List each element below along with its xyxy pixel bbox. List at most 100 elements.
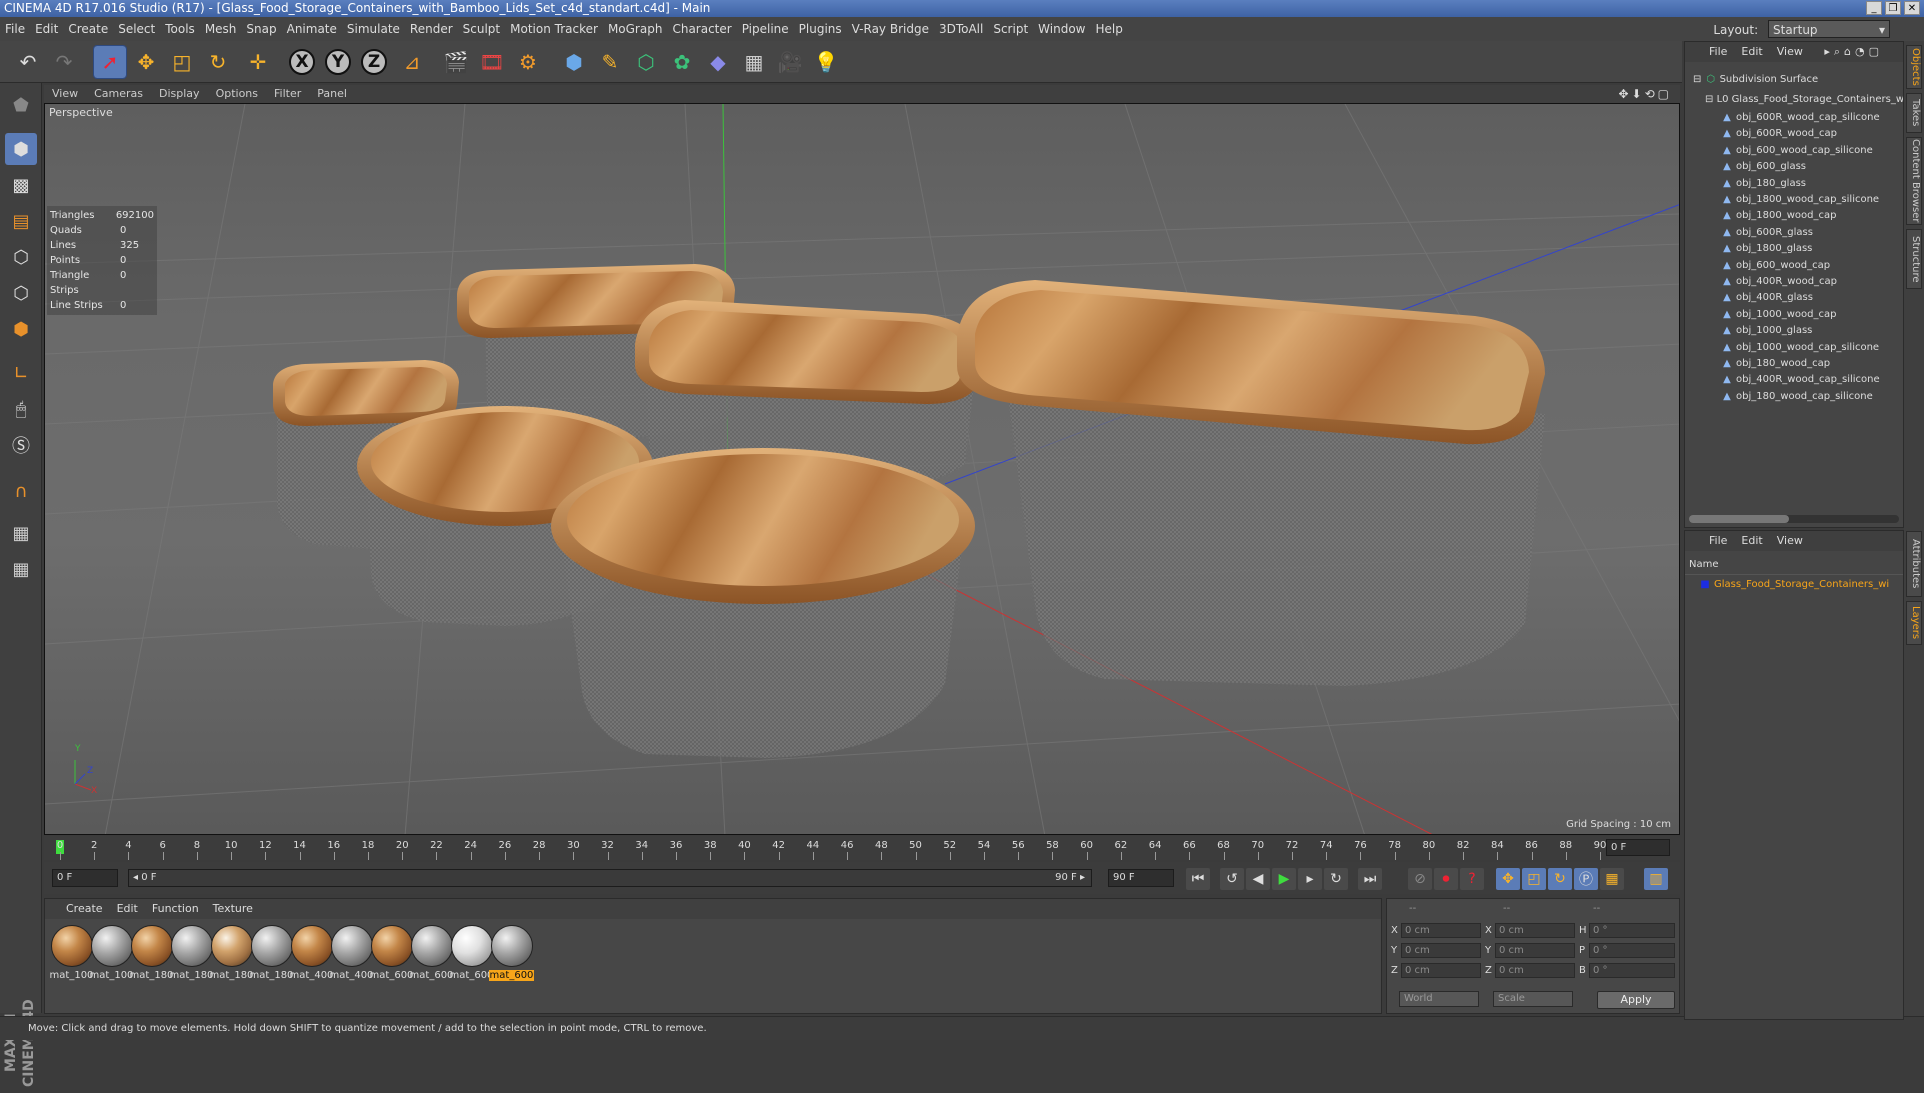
object-row[interactable]: ▲ obj_180_glass <box>1685 176 1903 192</box>
object-row[interactable]: ▲ obj_180_wood_cap_silicone <box>1685 389 1903 405</box>
model-mode-icon[interactable]: ⬢ <box>5 133 37 165</box>
snap-icon[interactable]: Ⓢ <box>5 429 37 461</box>
x-axis-icon[interactable]: X <box>286 46 318 78</box>
timeline-ruler[interactable]: 0 2 4 6 8 10 12 14 16 18 20 22 24 26 28 30 32 34 36 38 40 42 4… <box>44 836 1680 860</box>
vp-menu-options[interactable]: Options <box>216 87 258 100</box>
menu-snap[interactable]: Snap <box>246 22 276 36</box>
object-row[interactable]: ▲ obj_400R_wood_cap <box>1685 274 1903 290</box>
menu-mesh[interactable]: Mesh <box>205 22 237 36</box>
edges-mode-icon[interactable]: ⬡ <box>5 277 37 309</box>
next-key-icon[interactable]: ↻ <box>1324 868 1348 890</box>
pos-y-field[interactable]: 0 cm <box>1401 943 1481 958</box>
mat-menu-create[interactable]: Create <box>66 902 103 915</box>
key-pla-icon[interactable]: ▦ <box>1600 868 1624 890</box>
obj-menu-edit[interactable]: Edit <box>1741 45 1762 58</box>
object-row[interactable]: ▲ obj_400R_wood_cap_silicone <box>1685 372 1903 388</box>
menu-plugins[interactable]: Plugins <box>799 22 842 36</box>
tab-attributes[interactable]: Attributes <box>1906 531 1922 597</box>
texture-mode-icon[interactable]: ▩ <box>5 169 37 201</box>
obj-menu-view[interactable]: View <box>1777 45 1803 58</box>
menu-character[interactable]: Character <box>672 22 731 36</box>
scale-icon[interactable]: ◰ <box>166 46 198 78</box>
menu-select[interactable]: Select <box>118 22 155 36</box>
mat-menu-edit[interactable]: Edit <box>117 902 138 915</box>
layer-menu-edit[interactable]: Edit <box>1741 534 1762 547</box>
close-button[interactable]: ✕ <box>1904 1 1920 15</box>
menu-sculpt[interactable]: Sculpt <box>463 22 500 36</box>
mat-menu-texture[interactable]: Texture <box>213 902 253 915</box>
apply-button[interactable]: Apply <box>1597 991 1675 1009</box>
cube-icon[interactable]: ⬢ <box>558 46 590 78</box>
redo-icon[interactable]: ↷ <box>48 46 80 78</box>
render-picture-viewer-icon[interactable]: 🎞 <box>476 46 508 78</box>
menu-help[interactable]: Help <box>1095 22 1122 36</box>
undo-icon[interactable]: ↶ <box>12 46 44 78</box>
tree-root[interactable]: ⊟ ⬡ Subdivision Surface <box>1685 70 1903 90</box>
go-to-start-icon[interactable]: ⏮ <box>1186 868 1210 890</box>
menu-create[interactable]: Create <box>68 22 108 36</box>
pos-z-field[interactable]: 0 cm <box>1401 963 1481 978</box>
material-swatch[interactable]: mat_600 <box>369 925 414 981</box>
keyframe-selection-icon[interactable]: ? <box>1460 868 1484 890</box>
next-frame-icon[interactable]: ▸ <box>1298 868 1322 890</box>
preview-range-slider[interactable]: ◂ 0 F 90 F ▸ <box>128 869 1092 887</box>
edit-render-settings-icon[interactable]: ⚙ <box>512 46 544 78</box>
tab-takes[interactable]: Takes <box>1906 93 1922 133</box>
render-view-icon[interactable]: 🎬 <box>440 46 472 78</box>
current-frame-field[interactable]: 0 F <box>1606 839 1670 856</box>
layer-menu-file[interactable]: File <box>1709 534 1727 547</box>
tree-group[interactable]: ⊟ L0 Glass_Food_Storage_Containers_w <box>1685 90 1903 110</box>
layout-dropdown[interactable]: Startup <box>1768 20 1890 39</box>
vp-menu-panel[interactable]: Panel <box>317 87 347 100</box>
rot-h-field[interactable]: 0 ° <box>1589 923 1675 938</box>
pen-icon[interactable]: ✎ <box>594 46 626 78</box>
autokey-icon[interactable]: ⏺ <box>1434 868 1458 890</box>
material-swatch[interactable]: mat_100 <box>89 925 134 981</box>
size-x-field[interactable]: 0 cm <box>1495 923 1575 938</box>
material-swatch[interactable]: mat_600 <box>489 925 534 981</box>
menu-simulate[interactable]: Simulate <box>347 22 400 36</box>
menu-motion-tracker[interactable]: Motion Tracker <box>510 22 598 36</box>
menu-3dtoall[interactable]: 3DToAll <box>939 22 983 36</box>
perspective-viewport[interactable]: Perspective Triangles 692100 Quads 0 Lines… <box>44 103 1680 835</box>
size-z-field[interactable]: 0 cm <box>1495 963 1575 978</box>
play-icon[interactable]: ▶ <box>1272 868 1296 890</box>
planar-workplane-icon[interactable]: ▦ <box>5 553 37 585</box>
tab-layers[interactable]: Layers <box>1906 601 1922 645</box>
axis-mode-icon[interactable]: ∟ <box>5 357 37 389</box>
layer-menu-view[interactable]: View <box>1777 534 1803 547</box>
vp-menu-cameras[interactable]: Cameras <box>94 87 143 100</box>
move-icon[interactable]: ✥ <box>130 46 162 78</box>
material-swatch[interactable]: mat_600 <box>409 925 454 981</box>
container-1800[interactable] <box>957 280 1545 686</box>
layer-row[interactable]: ■ Glass_Food_Storage_Containers_wi <box>1685 575 1903 595</box>
subdivision-icon[interactable]: ⬡ <box>630 46 662 78</box>
last-tool-icon[interactable]: ✛ <box>242 46 274 78</box>
minimize-button[interactable]: _ <box>1866 1 1882 15</box>
make-editable-icon[interactable]: ⬟ <box>5 89 37 121</box>
menu-script[interactable]: Script <box>993 22 1028 36</box>
obj-menu-file[interactable]: File <box>1709 45 1727 58</box>
object-row[interactable]: ▲ obj_1000_glass <box>1685 323 1903 339</box>
tab-objects[interactable]: Objects <box>1906 45 1922 89</box>
menu-mograph[interactable]: MoGraph <box>608 22 663 36</box>
vp-menu-display[interactable]: Display <box>159 87 200 100</box>
object-row[interactable]: ▲ obj_1800_wood_cap_silicone <box>1685 192 1903 208</box>
object-row[interactable]: ▲ obj_600_glass <box>1685 159 1903 175</box>
timeline-window-icon[interactable]: ▥ <box>1644 868 1668 890</box>
floor-icon[interactable]: ▦ <box>738 46 770 78</box>
go-to-end-icon[interactable]: ⏭ <box>1358 868 1382 890</box>
size-y-field[interactable]: 0 cm <box>1495 943 1575 958</box>
prev-frame-icon[interactable]: ◀ <box>1246 868 1270 890</box>
object-row[interactable]: ▲ obj_1000_wood_cap <box>1685 307 1903 323</box>
material-swatch[interactable]: mat_400 <box>329 925 374 981</box>
menu-edit[interactable]: Edit <box>35 22 58 36</box>
menu-animate[interactable]: Animate <box>287 22 337 36</box>
object-scrollbar[interactable] <box>1689 515 1899 523</box>
material-swatch[interactable]: mat_100 <box>49 925 94 981</box>
mat-menu-function[interactable]: Function <box>152 902 199 915</box>
material-swatch[interactable]: mat_180 <box>129 925 174 981</box>
coordinate-system-icon[interactable]: ⊿ <box>396 46 428 78</box>
object-row[interactable]: ▲ obj_600R_glass <box>1685 225 1903 241</box>
object-row[interactable]: ▲ obj_600R_wood_cap_silicone <box>1685 110 1903 126</box>
